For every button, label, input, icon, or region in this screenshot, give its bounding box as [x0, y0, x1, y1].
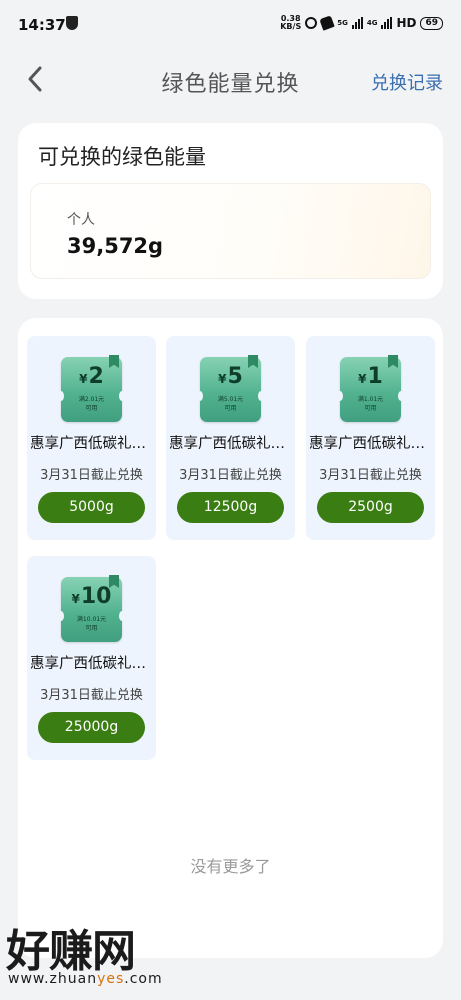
- exchange-button[interactable]: 5000g: [38, 492, 145, 523]
- energy-title: 可兑换的绿色能量: [38, 145, 206, 169]
- net-speed: 0.38 KB/S: [280, 14, 302, 31]
- network-4g-label: 4G: [366, 19, 378, 27]
- coupon-deadline: 3月31日截止兑换: [40, 688, 143, 703]
- coupon-condition: 满1.01元 可用: [357, 396, 384, 412]
- coupon-name: 惠享广西低碳礼1元: [309, 436, 432, 452]
- coupon-card[interactable]: ¥1 满1.01元 可用 惠享广西低碳礼1元 3月31日截止兑换 2500g: [306, 336, 435, 540]
- battery-icon: 69: [420, 16, 443, 30]
- status-icons: 0.38 KB/S 5G 4G HD 69: [280, 15, 443, 31]
- nav-bar: 绿色能量兑换 兑换记录: [0, 50, 461, 108]
- mute-icon: [319, 15, 335, 31]
- coupon-condition: 满5.01元 可用: [217, 396, 244, 412]
- coupon-amount: ¥2: [79, 364, 104, 389]
- signal-icon: [351, 17, 363, 29]
- coupon-card[interactable]: ¥5 满5.01元 可用 惠享广西低碳礼5元 3月31日截止兑换 12500g: [166, 336, 295, 540]
- coupon-deadline: 3月31日截止兑换: [179, 468, 282, 483]
- coupon-deadline: 3月31日截止兑换: [319, 468, 422, 483]
- coupon-amount: ¥10: [71, 584, 112, 609]
- watermark-text: 好赚网: [6, 926, 136, 977]
- coupon-deadline: 3月31日截止兑换: [40, 468, 143, 483]
- coupon-ticket-icon: ¥2 满2.01元 可用: [58, 355, 125, 422]
- coupon-ticket-icon: ¥10 满10.01元 可用: [58, 575, 125, 642]
- alarm-icon: [305, 17, 318, 29]
- coupon-name: 惠享广西低碳礼10元: [30, 656, 153, 672]
- energy-value: 39,572g: [67, 234, 164, 258]
- coupon-condition: 满10.01元 可用: [76, 616, 107, 632]
- coupon-amount: ¥5: [218, 364, 243, 389]
- exchange-button[interactable]: 12500g: [177, 492, 284, 523]
- exchange-record-link[interactable]: 兑换记录: [371, 69, 443, 95]
- no-more-text: 没有更多了: [190, 857, 271, 876]
- status-time: 14:37: [18, 16, 66, 34]
- coupon-card[interactable]: ¥10 满10.01元 可用 惠享广西低碳礼10元 3月31日截止兑换 25000…: [27, 556, 156, 760]
- exchange-button[interactable]: 2500g: [317, 492, 424, 523]
- watermark-url: www.zhuanyes.com: [8, 971, 163, 987]
- coupon-list: ¥2 满2.01元 可用 惠享广西低碳礼2元 3月31日截止兑换 5000g ¥5…: [18, 318, 443, 958]
- coupon-name: 惠享广西低碳礼5元: [169, 436, 292, 452]
- energy-balance-box: 个人 39,572g: [30, 183, 431, 279]
- signal-icon: [381, 17, 393, 29]
- energy-label: 个人: [67, 212, 95, 228]
- coupon-name: 惠享广西低碳礼2元: [30, 436, 153, 452]
- coupon-amount: ¥1: [358, 364, 383, 389]
- watermark-logo: 好赚网 www.zhuanyes.com: [0, 915, 200, 995]
- status-bar: 14:37 0.38 KB/S 5G 4G HD 69: [0, 0, 461, 50]
- coupon-ticket-icon: ¥5 满5.01元 可用: [197, 355, 264, 422]
- coupon-card[interactable]: ¥2 满2.01元 可用 惠享广西低碳礼2元 3月31日截止兑换 5000g: [27, 336, 156, 540]
- energy-card: 可兑换的绿色能量 个人 39,572g: [18, 123, 443, 299]
- coupon-ticket-icon: ¥1 满1.01元 可用: [337, 355, 404, 422]
- exchange-button[interactable]: 25000g: [38, 712, 145, 743]
- coupon-condition: 满2.01元 可用: [78, 396, 105, 412]
- hd-label: HD: [396, 16, 417, 30]
- network-5g-label: 5G: [337, 19, 348, 27]
- shield-icon: [66, 16, 78, 30]
